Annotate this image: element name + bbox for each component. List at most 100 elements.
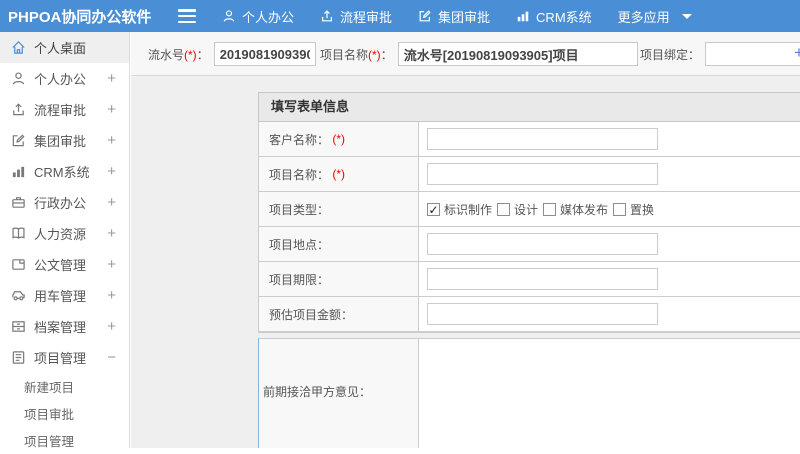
project-location-input[interactable]: [427, 233, 658, 255]
expand-plus[interactable]: +: [107, 225, 116, 242]
expand-plus[interactable]: +: [107, 101, 116, 118]
briefcase-icon: [10, 195, 26, 211]
project-name-field[interactable]: [427, 163, 658, 185]
sidebar-item-archive-mgmt[interactable]: 档案管理 +: [0, 311, 129, 342]
project-name-group: 项目名称(*)：: [320, 32, 638, 76]
expand-plus[interactable]: +: [107, 70, 116, 87]
expand-plus[interactable]: +: [107, 194, 116, 211]
project-type-options: ✓ 标识制作 设计 媒体发布 置换: [427, 201, 659, 218]
nav-item-crm[interactable]: CRM系统: [516, 7, 592, 26]
nav-label: 个人办公: [242, 9, 295, 25]
expand-plus[interactable]: +: [107, 318, 116, 335]
row-label: 项目名称： (*): [259, 157, 419, 191]
project-icon: [10, 350, 26, 366]
row-label: 预估项目金额：: [259, 297, 419, 331]
process-icon: [320, 9, 334, 23]
form-rows: 客户名称： (*) 项目名称： (*) 项目类型： ✓ 标识制作 设计 媒体发布 …: [258, 122, 800, 333]
sidebar-label: 公文管理: [34, 258, 87, 273]
checkbox-exchange[interactable]: 置换: [613, 201, 654, 218]
edit-icon: [10, 133, 26, 149]
sidebar-item-process-approval[interactable]: 流程审批 +: [0, 94, 129, 125]
caret-down-icon: [681, 13, 692, 24]
menu-toggle-icon[interactable]: [178, 9, 196, 23]
sidebar-label: 行政办公: [34, 196, 87, 211]
serial-group: 流水号(*)：: [148, 32, 316, 76]
project-bind-input[interactable]: [705, 42, 800, 66]
row-label: 客户名称： (*): [259, 122, 419, 156]
sidebar-label: 流程审批: [34, 103, 87, 118]
sidebar-label: 项目管理: [34, 351, 87, 366]
project-bind-group: 项目绑定：: [640, 32, 800, 76]
sidebar-item-crm[interactable]: CRM系统 +: [0, 156, 129, 187]
top-nav: 个人办公 流程审批 集团审批 CRM系统 更多应用: [222, 0, 692, 32]
checkbox-unchecked-icon[interactable]: [543, 202, 557, 216]
book-icon: [10, 226, 26, 242]
nav-label: 更多应用: [617, 9, 670, 25]
form-row-project-duration: 项目期限：: [259, 262, 800, 297]
expand-plus[interactable]: +: [107, 256, 116, 273]
sidebar-item-admin-office[interactable]: 行政办公 +: [0, 187, 129, 218]
main-content: 流水号(*)： 项目名称(*)： 项目绑定： + 填写表单信息 客户名称： (*…: [131, 32, 800, 448]
collapse-minus[interactable]: −: [107, 349, 116, 366]
serial-label: 流水号(*)：: [148, 47, 209, 62]
checkbox-sign-making[interactable]: ✓ 标识制作: [427, 201, 492, 218]
form-row-project-type: 项目类型： ✓ 标识制作 设计 媒体发布 置换: [259, 192, 800, 227]
sidebar-subitem-project-manage[interactable]: 项目管理: [0, 427, 129, 454]
sidebar-subitem-project-approval[interactable]: 项目审批: [0, 400, 129, 427]
project-name-input[interactable]: [397, 42, 638, 66]
sidebar-item-hr[interactable]: 人力资源 +: [0, 218, 129, 249]
sidebar-item-personal-office[interactable]: 个人办公 +: [0, 63, 129, 94]
form-row-estimated-amount: 预估项目金额：: [259, 297, 800, 332]
form-row-project-location: 项目地点：: [259, 227, 800, 262]
sidebar-subitem-new-project[interactable]: 新建项目: [0, 373, 129, 400]
sidebar-label: 集团审批: [34, 134, 87, 149]
estimated-amount-input[interactable]: [427, 303, 658, 325]
nav-item-process-approval[interactable]: 流程审批: [320, 7, 392, 26]
nav-item-more-apps[interactable]: 更多应用: [618, 7, 692, 26]
edit-icon: [418, 9, 432, 23]
sidebar-item-project-mgmt[interactable]: 项目管理 −: [0, 342, 129, 373]
checkbox-checked-icon[interactable]: ✓: [427, 202, 440, 216]
archive-icon: [10, 319, 26, 335]
checkbox-unchecked-icon[interactable]: [613, 202, 627, 216]
topbar: PHPOA协同办公软件 个人办公 流程审批 集团审批 CRM系统 更多应用: [0, 0, 800, 32]
expand-plus[interactable]: +: [107, 287, 116, 304]
sidebar-label: 档案管理: [34, 320, 87, 335]
nav-item-personal-office[interactable]: 个人办公: [222, 7, 294, 26]
expand-plus[interactable]: +: [107, 132, 116, 149]
serial-input[interactable]: [213, 42, 316, 66]
project-name-label: 项目名称(*)：: [320, 47, 393, 62]
form-row-project-name: 项目名称： (*): [259, 157, 800, 192]
form-row-preliminary-opinion: 前期接洽甲方意见：: [258, 338, 800, 448]
sidebar-item-vehicle-mgmt[interactable]: 用车管理 +: [0, 280, 129, 311]
preliminary-opinion-textarea[interactable]: [419, 339, 800, 448]
process-icon: [10, 102, 26, 118]
add-binding-icon[interactable]: +: [794, 43, 800, 63]
checkbox-unchecked-icon[interactable]: [497, 202, 511, 216]
project-duration-input[interactable]: [427, 268, 658, 290]
customer-name-input[interactable]: [427, 128, 658, 150]
sidebar-item-group-approval[interactable]: 集团审批 +: [0, 125, 129, 156]
row-label: 项目期限：: [259, 262, 419, 296]
workflow-toolbar: 流水号(*)： 项目名称(*)： 项目绑定： +: [131, 32, 800, 76]
app-logo: PHPOA协同办公软件: [8, 8, 152, 26]
sidebar-label: 人力资源: [34, 227, 87, 242]
sidebar-label: CRM系统: [34, 165, 90, 180]
home-icon: [10, 40, 26, 56]
checkbox-media-release[interactable]: 媒体发布: [543, 201, 608, 218]
nav-item-group-approval[interactable]: 集团审批: [418, 7, 490, 26]
nav-label: 流程审批: [340, 9, 393, 25]
user-icon: [10, 71, 26, 87]
car-icon: [10, 288, 26, 304]
sidebar-item-personal-desktop[interactable]: 个人桌面: [0, 32, 129, 63]
chart-icon: [516, 9, 530, 23]
nav-label: CRM系统: [536, 9, 592, 25]
document-icon: [10, 257, 26, 273]
nav-label: 集团审批: [438, 9, 491, 25]
expand-plus[interactable]: +: [107, 163, 116, 180]
row-label: 项目类型：: [259, 192, 419, 226]
checkbox-design[interactable]: 设计: [497, 201, 538, 218]
row-label: 前期接洽甲方意见：: [259, 339, 419, 448]
sidebar-item-document-mgmt[interactable]: 公文管理 +: [0, 249, 129, 280]
sidebar: 个人桌面 个人办公 + 流程审批 + 集团审批 + CRM系统 + 行政办公 +…: [0, 32, 130, 449]
